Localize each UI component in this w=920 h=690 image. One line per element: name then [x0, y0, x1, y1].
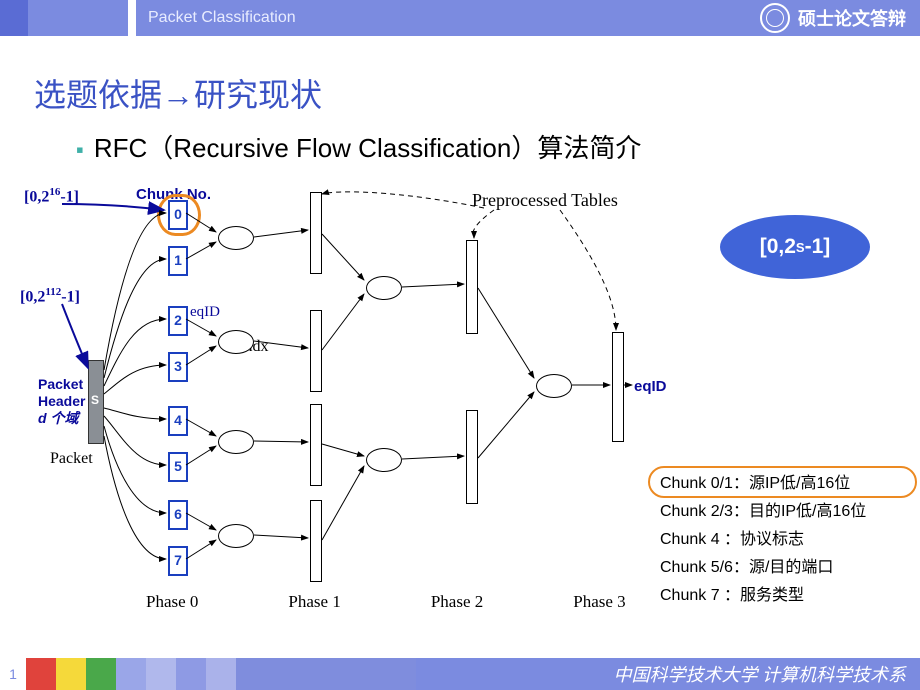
top-bar: Packet Classification 硕士论文答辩: [0, 0, 920, 36]
topbar-accent-block: [0, 0, 28, 36]
topbar-right: 硕士论文答辩: [760, 3, 906, 33]
slide-bullet: RFC（Recursive Flow Classification）算法简介: [76, 128, 641, 165]
topbar-title: Packet Classification: [148, 9, 296, 27]
topbar-separator: [128, 0, 136, 36]
slide: Packet Classification 硕士论文答辩 选题依据→研究现状 R…: [0, 0, 920, 690]
rfc-diagram: [0,216-1] [0,2112-1] Chunk No. Packet He…: [16, 180, 666, 620]
topbar-gap: [28, 0, 128, 36]
legend-row-2: Chunk 4 ：协议标志: [660, 526, 915, 554]
footer-color-3: [86, 658, 116, 690]
footer-right-text: 中国科学技术大学 计算机科学技术系: [614, 661, 907, 687]
footer-color-2: [56, 658, 86, 690]
bottom-bar: 1 中国科学技术大学 计算机科学技术系: [0, 658, 920, 690]
legend-row-1: Chunk 2/3：目的IP低/高16位: [660, 498, 915, 526]
diagram-arrows: [16, 180, 666, 620]
footer-color-1: [26, 658, 56, 690]
slide-heading: 选题依据→研究现状: [34, 70, 322, 116]
chunk-legend: Chunk 0/1：源IP低/高16位 Chunk 2/3：目的IP低/高16位…: [660, 470, 915, 610]
output-range-badge: [0,2S-1]: [720, 215, 870, 279]
legend-row-0: Chunk 0/1：源IP低/高16位: [660, 470, 915, 498]
legend-row-3: Chunk 5/6：源/目的端口: [660, 554, 915, 582]
university-logo-icon: [760, 3, 790, 33]
footer-decor: [116, 658, 416, 690]
legend-row-4: Chunk 7 ：服务类型: [660, 582, 915, 610]
page-number: 1: [0, 658, 26, 690]
topbar-right-text: 硕士论文答辩: [798, 5, 906, 31]
